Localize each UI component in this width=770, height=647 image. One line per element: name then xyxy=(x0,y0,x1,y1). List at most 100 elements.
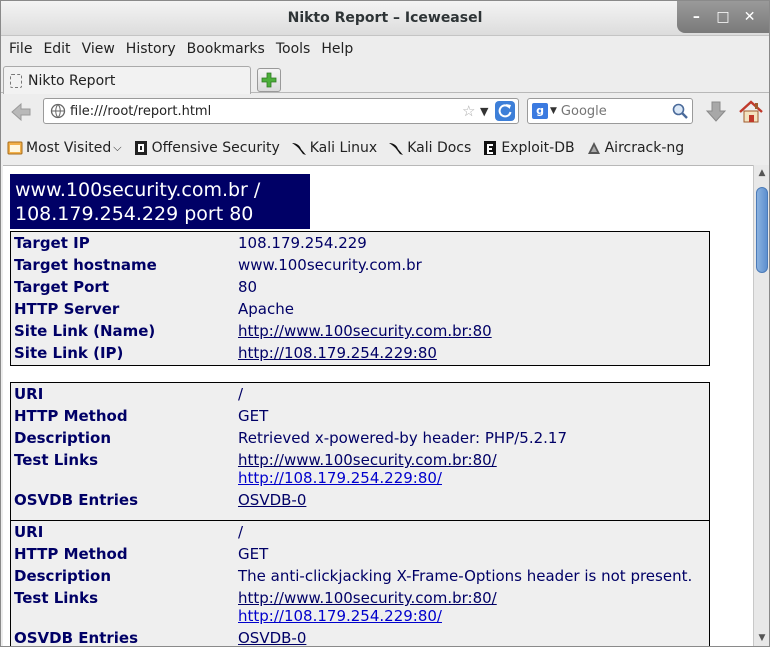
table-row: URI / xyxy=(11,383,709,405)
test-link-ip[interactable]: http://108.179.254.229:80/ xyxy=(238,607,442,625)
maximize-button[interactable]: □ xyxy=(712,6,734,28)
scroll-up-arrow-icon[interactable]: ▲ xyxy=(756,167,768,179)
menu-file[interactable]: File xyxy=(5,37,39,63)
site-link-name-label: Site Link (Name) xyxy=(14,322,156,340)
back-arrow-icon[interactable] xyxy=(9,100,33,124)
description-value: Retrieved x-powered-by header: PHP/5.2.1… xyxy=(238,429,568,447)
bookmark-star-icon[interactable]: ☆ xyxy=(462,102,480,120)
table-row: Target hostname www.100security.com.br xyxy=(11,254,709,276)
menu-tools[interactable]: Tools xyxy=(272,37,318,63)
table-row: Site Link (Name) http://www.100security.… xyxy=(11,320,709,342)
search-engine-dropdown-icon[interactable]: ▼ xyxy=(550,106,557,116)
osvdb-label: OSVDB Entries xyxy=(14,629,139,646)
target-hostname-label: Target hostname xyxy=(14,256,157,274)
menu-help[interactable]: Help xyxy=(317,37,360,63)
uri-label: URI xyxy=(14,523,44,541)
target-hostname-value: www.100security.com.br xyxy=(238,256,422,274)
menu-view[interactable]: View xyxy=(78,37,122,63)
test-link-hostname[interactable]: http://www.100security.com.br:80/ xyxy=(238,589,497,607)
osvdb-label: OSVDB Entries xyxy=(14,491,139,509)
google-icon[interactable]: g xyxy=(532,103,548,119)
kali-icon xyxy=(291,143,306,155)
search-input[interactable] xyxy=(560,103,671,119)
new-tab-button[interactable] xyxy=(257,68,281,92)
url-text[interactable]: file:///root/report.html xyxy=(70,104,462,119)
page-icon xyxy=(10,73,22,88)
heading-ip-port: 108.179.254.229 port 80 xyxy=(15,203,254,225)
minimize-button[interactable]: – xyxy=(685,6,707,28)
download-icon[interactable] xyxy=(704,100,728,124)
table-row: Test Links http://www.100security.com.br… xyxy=(11,587,709,627)
http-server-value: Apache xyxy=(238,300,294,318)
bookmark-label: Kali Linux xyxy=(309,140,378,156)
scroll-down-arrow-icon[interactable]: ▼ xyxy=(756,632,768,644)
http-method-value: GET xyxy=(238,407,269,425)
window-title: Nikto Report – Iceweasel xyxy=(287,10,483,26)
globe-icon xyxy=(50,103,66,119)
bookmark-most-visited[interactable]: Most Visited ⌵ xyxy=(7,140,122,156)
bookmark-exploit-db[interactable]: Exploit-DB xyxy=(482,140,575,156)
menu-history[interactable]: History xyxy=(122,37,183,63)
table-row: Target Port 80 xyxy=(11,276,709,298)
table-row: OSVDB Entries OSVDB-0 xyxy=(11,489,709,511)
osvdb-link[interactable]: OSVDB-0 xyxy=(238,629,306,646)
http-server-label: HTTP Server xyxy=(14,300,120,318)
http-method-label: HTTP Method xyxy=(14,545,128,563)
url-bar[interactable]: file:///root/report.html ☆ ▼ xyxy=(43,98,519,124)
close-button[interactable]: ✕ xyxy=(739,6,761,28)
scrollbar-thumb[interactable] xyxy=(756,187,768,273)
tab-strip: Nikto Report xyxy=(1,63,769,94)
table-row: HTTP Method GET xyxy=(11,543,709,565)
navigation-toolbar: file:///root/report.html ☆ ▼ g ▼ xyxy=(1,94,769,130)
table-row: HTTP Method GET xyxy=(11,405,709,427)
page-content: www.100security.com.br / 108.179.254.229… xyxy=(3,165,753,646)
browser-window: Nikto Report – Iceweasel – □ ✕ File Edit… xyxy=(0,0,770,647)
bookmark-label: Exploit-DB xyxy=(501,140,575,156)
home-icon[interactable] xyxy=(738,99,764,125)
menu-edit[interactable]: Edit xyxy=(39,37,77,63)
aircrack-icon xyxy=(587,142,600,154)
offsec-icon xyxy=(134,141,147,155)
uri-value: / xyxy=(238,385,244,403)
uri-value: / xyxy=(238,523,244,541)
plus-icon xyxy=(261,72,277,88)
site-link-name[interactable]: http://www.100security.com.br:80 xyxy=(238,322,492,340)
description-value: The anti-clickjacking X-Frame-Options he… xyxy=(238,567,693,585)
report-heading: www.100security.com.br / 108.179.254.229… xyxy=(10,174,310,229)
bookmark-kali-docs[interactable]: Kali Docs xyxy=(388,140,471,156)
menu-bookmarks[interactable]: Bookmarks xyxy=(183,37,272,63)
chevron-down-icon: ⌵ xyxy=(113,141,122,154)
tab-nikto-report[interactable]: Nikto Report xyxy=(3,66,251,94)
osvdb-link[interactable]: OSVDB-0 xyxy=(238,491,306,509)
tab-label: Nikto Report xyxy=(28,72,116,89)
bookmark-kali-linux[interactable]: Kali Linux xyxy=(291,140,377,156)
vertical-scrollbar[interactable]: ▲ ▼ xyxy=(753,165,769,646)
table-row: OSVDB Entries OSVDB-0 xyxy=(11,627,709,646)
bookmark-aircrack-ng[interactable]: Aircrack-ng xyxy=(586,140,684,156)
exploitdb-icon xyxy=(484,141,497,155)
uri-label: URI xyxy=(14,385,44,403)
http-method-label: HTTP Method xyxy=(14,407,128,425)
bookmark-offensive-security[interactable]: Offensive Security xyxy=(133,140,280,156)
target-ip-label: Target IP xyxy=(14,234,90,252)
kali-icon xyxy=(389,143,404,155)
test-link-hostname[interactable]: http://www.100security.com.br:80/ xyxy=(238,451,497,469)
bookmark-label: Most Visited xyxy=(26,140,112,156)
title-bar[interactable]: Nikto Report – Iceweasel – □ ✕ xyxy=(1,1,769,36)
table-row: Target IP 108.179.254.229 xyxy=(11,232,709,254)
findings-table: URI / HTTP Method GET Description Retrie… xyxy=(10,382,710,646)
http-method-value: GET xyxy=(238,545,269,563)
heading-host: www.100security.com.br / xyxy=(15,179,261,201)
search-bar[interactable]: g ▼ xyxy=(527,98,693,124)
url-dropdown-icon[interactable]: ▼ xyxy=(480,105,494,118)
reload-icon[interactable] xyxy=(494,100,516,122)
test-link-ip[interactable]: http://108.179.254.229:80/ xyxy=(238,469,442,487)
window-controls: – □ ✕ xyxy=(677,1,769,33)
table-row: URI / xyxy=(11,521,709,543)
site-link-ip[interactable]: http://108.179.254.229:80 xyxy=(238,344,437,362)
target-info-table: Target IP 108.179.254.229 Target hostnam… xyxy=(10,231,710,366)
description-label: Description xyxy=(14,429,112,447)
test-links-label: Test Links xyxy=(14,589,99,607)
target-port-label: Target Port xyxy=(14,278,109,296)
search-icon[interactable] xyxy=(671,102,689,120)
